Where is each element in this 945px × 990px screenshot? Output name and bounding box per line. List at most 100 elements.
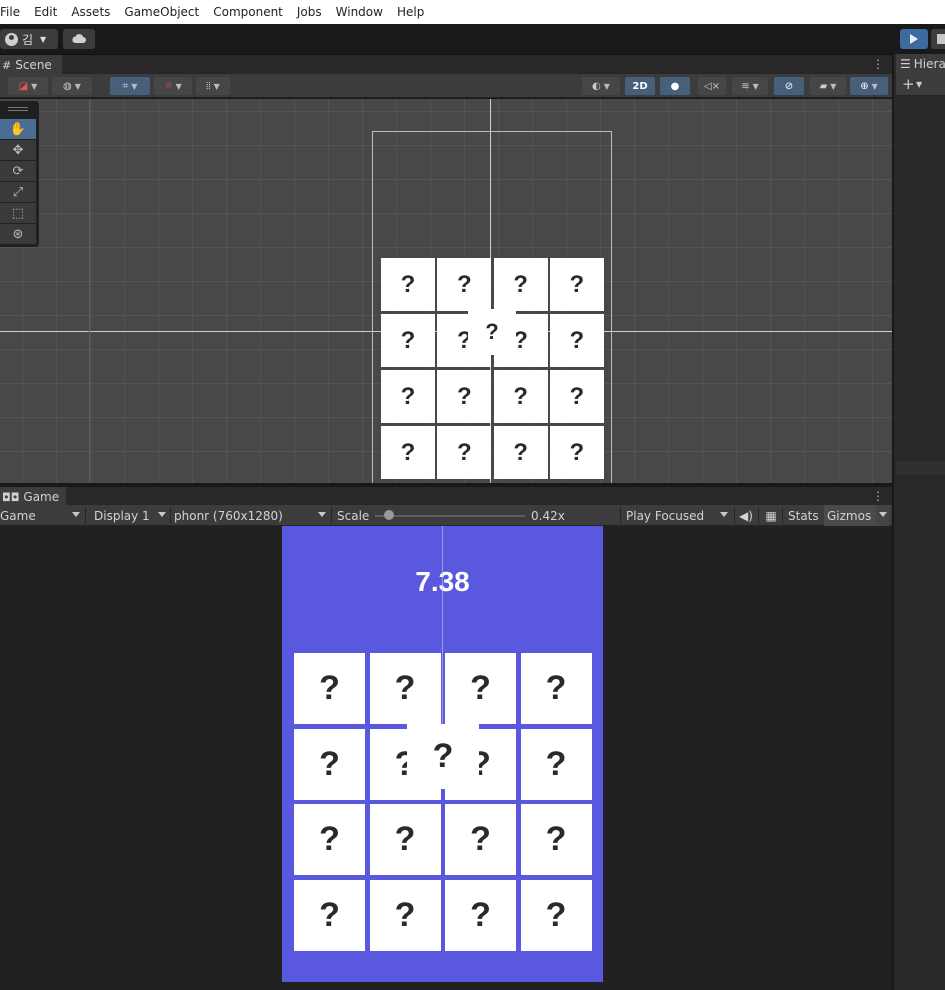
eye-slash-icon: ⊘: [784, 80, 794, 92]
scale-value: 0.42x: [531, 508, 565, 523]
scene-tab-bar: # Scene ⋮: [0, 54, 892, 75]
resolution-dropdown[interactable]: phonr (760x1280): [174, 505, 330, 526]
hand-icon: ✋: [9, 121, 27, 137]
scene-card[interactable]: ?: [437, 370, 492, 423]
game-card[interactable]: ?: [445, 879, 516, 951]
game-card[interactable]: ?: [294, 728, 365, 800]
kebab-menu-icon[interactable]: ⋮: [872, 489, 884, 503]
game-card[interactable]: ?: [520, 879, 592, 951]
game-card[interactable]: ?: [520, 728, 592, 800]
palette-grip[interactable]: [8, 107, 28, 108]
menu-file[interactable]: File: [0, 0, 27, 24]
scale-tool[interactable]: ⤢: [0, 182, 36, 202]
tab-game-label: Game: [23, 490, 60, 504]
tab-hierarchy[interactable]: ☰ Hiera: [896, 54, 945, 74]
scene-card[interactable]: ?: [549, 370, 604, 423]
gizmo-icon: ⊕: [860, 80, 869, 92]
chevron-down-icon: [158, 512, 166, 517]
ruler-icon: ⦙⦙: [206, 80, 211, 92]
chevron-down-icon: [318, 512, 326, 517]
main-toolbar: 김 ▼: [0, 24, 945, 54]
menu-jobs[interactable]: Jobs: [290, 0, 329, 24]
scene-card[interactable]: ?: [381, 426, 435, 479]
game-dragged-card[interactable]: ?: [407, 724, 479, 789]
global-local-dropdown[interactable]: ◍ ▼: [52, 77, 92, 95]
game-card[interactable]: ?: [520, 653, 592, 724]
scene-card[interactable]: ?: [381, 258, 435, 311]
camera-dropdown[interactable]: ▰ ▼: [810, 77, 846, 95]
menu-gameobject[interactable]: GameObject: [117, 0, 206, 24]
add-icon[interactable]: +: [902, 75, 915, 93]
game-card[interactable]: ?: [520, 804, 592, 875]
play-button[interactable]: [900, 29, 928, 49]
scale-slider-track[interactable]: [375, 515, 525, 517]
layers-icon: ≋: [741, 80, 750, 92]
scene-dragged-card[interactable]: ?: [468, 309, 516, 355]
hidden-objects-toggle[interactable]: ⊘: [774, 77, 804, 95]
scene-card[interactable]: ?: [549, 314, 604, 367]
grid-snapping-toggle[interactable]: ⌗ ▼: [110, 77, 150, 95]
audio-toggle[interactable]: ◁×: [698, 77, 726, 95]
gizmos-dropdown-arrow[interactable]: [876, 505, 890, 526]
separator: [782, 507, 783, 524]
2d-toggle[interactable]: 2D: [625, 77, 655, 95]
cloud-button[interactable]: [63, 29, 95, 49]
game-screen[interactable]: 7.38 ???????????????? ?: [282, 526, 603, 982]
scene-card[interactable]: ?: [493, 370, 548, 423]
ruler-dropdown[interactable]: ⦙⦙ ▼: [196, 77, 230, 95]
globe-icon: ◍: [63, 80, 72, 92]
effects-dropdown[interactable]: ≋ ▼: [732, 77, 768, 95]
scene-card[interactable]: ?: [549, 426, 604, 479]
tab-scene-label: Scene: [15, 58, 52, 72]
game-card[interactable]: ?: [445, 804, 516, 875]
scene-card[interactable]: ?: [493, 426, 548, 479]
account-dropdown[interactable]: 김 ▼: [0, 29, 58, 49]
menu-assets[interactable]: Assets: [64, 0, 117, 24]
game-card[interactable]: ?: [369, 653, 441, 724]
tab-scene[interactable]: # Scene: [0, 55, 62, 75]
stats-button[interactable]: Stats: [788, 505, 819, 526]
hand-tool[interactable]: ✋: [0, 119, 36, 139]
game-card[interactable]: ?: [445, 653, 516, 724]
mute-audio-toggle[interactable]: ◀): [738, 505, 754, 526]
scale-slider-handle[interactable]: [384, 510, 394, 520]
tab-game[interactable]: ◘◘ Game: [0, 487, 66, 507]
incremental-snap-dropdown[interactable]: # ▼: [154, 77, 192, 95]
pause-button[interactable]: [931, 29, 945, 49]
scene-card[interactable]: ?: [381, 314, 435, 367]
game-card[interactable]: ?: [294, 879, 365, 951]
menu-window[interactable]: Window: [329, 0, 390, 24]
separator: [170, 507, 171, 524]
panel-divider[interactable]: [896, 462, 945, 474]
move-tool[interactable]: ✥: [0, 140, 36, 160]
scene-card[interactable]: ?: [437, 426, 492, 479]
scene-view[interactable]: ???????????????? ?: [0, 99, 892, 483]
scene-card[interactable]: ?: [381, 370, 435, 423]
gizmos-dropdown[interactable]: ⊕ ▼: [850, 77, 888, 95]
scene-card[interactable]: ?: [549, 258, 604, 311]
menu-edit[interactable]: Edit: [27, 0, 64, 24]
render-mode-dropdown[interactable]: ◐ ▼: [582, 77, 620, 95]
game-card[interactable]: ?: [369, 879, 441, 951]
scene-card[interactable]: ?: [437, 258, 492, 311]
menu-help[interactable]: Help: [390, 0, 431, 24]
menu-component[interactable]: Component: [206, 0, 290, 24]
rect-tool[interactable]: ⬚: [0, 203, 36, 223]
gizmos-label: Gizmos: [827, 508, 872, 523]
grid-snap-icon: ⌗: [122, 80, 129, 92]
kebab-menu-icon[interactable]: ⋮: [872, 57, 884, 71]
rotate-tool[interactable]: ⟳: [0, 161, 36, 181]
gizmos-button[interactable]: Gizmos: [824, 505, 876, 526]
tool-palette: ✋ ✥ ⟳ ⤢ ⬚ ⊛: [0, 101, 39, 247]
chevron-down-icon: ▼: [40, 34, 47, 44]
game-card[interactable]: ?: [294, 804, 365, 875]
scale-label: Scale: [337, 508, 370, 523]
transform-tool[interactable]: ⊛: [0, 224, 36, 244]
game-card[interactable]: ?: [369, 804, 441, 875]
game-card[interactable]: ?: [294, 653, 365, 724]
draw-mode-dropdown[interactable]: ◪ ▼: [8, 77, 48, 95]
lighting-toggle[interactable]: ●: [660, 77, 690, 95]
grid-line: [89, 99, 90, 483]
scene-card[interactable]: ?: [493, 258, 548, 311]
shortcuts-toggle[interactable]: ▦: [763, 505, 779, 526]
